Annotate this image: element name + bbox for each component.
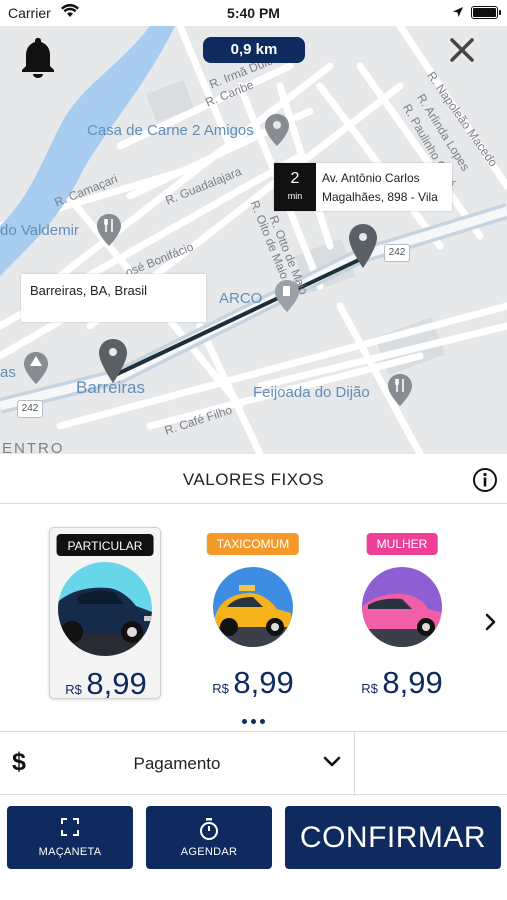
- battery-icon: [471, 6, 501, 19]
- agendar-label: AGENDAR: [180, 846, 238, 858]
- street-label: ENTRO: [2, 440, 65, 454]
- pagination-dots: [0, 711, 507, 729]
- price-amount: 8,99: [86, 666, 147, 701]
- poi-marker-icon: [265, 114, 289, 146]
- stopwatch-icon: [200, 818, 218, 840]
- poi-label: Feijoada do Dijão: [253, 384, 370, 401]
- origin-callout: Barreiras, BA, Brasil: [21, 274, 206, 322]
- price-currency: R$: [361, 681, 378, 696]
- destination-address: Av. Antônio Carlos Magalhães, 898 - Vila: [322, 171, 438, 204]
- price-amount: 8,99: [382, 665, 443, 700]
- payment-label: Pagamento: [133, 754, 221, 773]
- eta-minutes: 2: [290, 170, 300, 187]
- poi-label: ARCO: [219, 290, 263, 307]
- road-shield: 242: [384, 244, 410, 262]
- chevron-right-icon[interactable]: [484, 613, 498, 631]
- road-shield: 242: [17, 400, 43, 418]
- park-marker-icon: [24, 352, 48, 384]
- location-arrow-icon: [453, 7, 463, 17]
- macaneta-button[interactable]: MAÇANETA: [7, 806, 133, 869]
- info-icon[interactable]: [472, 467, 498, 493]
- price-currency: R$: [212, 681, 229, 696]
- option-tag: PARTICULAR: [56, 534, 154, 556]
- option-price: R$ 8,99: [197, 665, 309, 701]
- page-dot: [260, 719, 265, 724]
- close-icon[interactable]: [448, 36, 476, 64]
- option-price: R$ 8,99: [50, 666, 162, 702]
- restaurant-marker-icon: [388, 374, 412, 406]
- destination-pin-icon: [349, 224, 377, 268]
- macaneta-label: MAÇANETA: [38, 846, 102, 858]
- payment-selector[interactable]: $ Pagamento: [0, 731, 507, 796]
- page-dot: [242, 719, 247, 724]
- price-amount: 8,99: [233, 665, 294, 700]
- map-view[interactable]: R. Irmã Dulce R. Caribe R. Guadalajara R…: [0, 26, 507, 454]
- status-time: 5:40 PM: [227, 5, 280, 21]
- car-taxi-icon: [213, 567, 293, 647]
- eta-box: 2 min: [274, 163, 316, 211]
- eta-unit: min: [287, 191, 303, 201]
- payment-divider: [354, 732, 355, 796]
- restaurant-marker-icon: [97, 214, 121, 246]
- agendar-button[interactable]: AGENDAR: [146, 806, 272, 869]
- distance-badge: 0,9 km: [203, 37, 305, 63]
- ride-option-taxicomum[interactable]: TAXICOMUM R$ 8,99: [197, 527, 309, 701]
- page-dot: [251, 719, 256, 724]
- gas-station-marker-icon: [275, 280, 299, 312]
- values-header: VALORES FIXOS: [0, 454, 507, 504]
- ride-option-mulher[interactable]: MULHER R$ 8,99: [346, 527, 458, 701]
- car-mulher-icon: [362, 567, 442, 647]
- option-tag: TAXICOMUM: [206, 533, 300, 555]
- poi-label: do Valdemir: [0, 222, 79, 239]
- expand-icon: [61, 818, 79, 836]
- option-tag: MULHER: [366, 533, 438, 555]
- values-title: VALORES FIXOS: [182, 470, 325, 489]
- destination-callout: 2 min Av. Antônio Carlos Magalhães, 898 …: [274, 163, 452, 211]
- street-label: as: [0, 364, 16, 381]
- chevron-down-icon: [323, 756, 341, 767]
- car-particular-icon: [58, 562, 152, 656]
- poi-label: Casa de Carne 2 Amigos: [87, 122, 254, 139]
- ride-option-particular[interactable]: PARTICULAR R$ 8,99: [49, 527, 162, 702]
- status-bar: Carrier 5:40 PM: [0, 0, 507, 26]
- option-price: R$ 8,99: [346, 665, 458, 701]
- price-currency: R$: [65, 682, 82, 697]
- notifications-bell-icon[interactable]: [20, 36, 56, 78]
- origin-pin-icon: [99, 339, 127, 383]
- confirm-button[interactable]: CONFIRMAR: [285, 806, 501, 869]
